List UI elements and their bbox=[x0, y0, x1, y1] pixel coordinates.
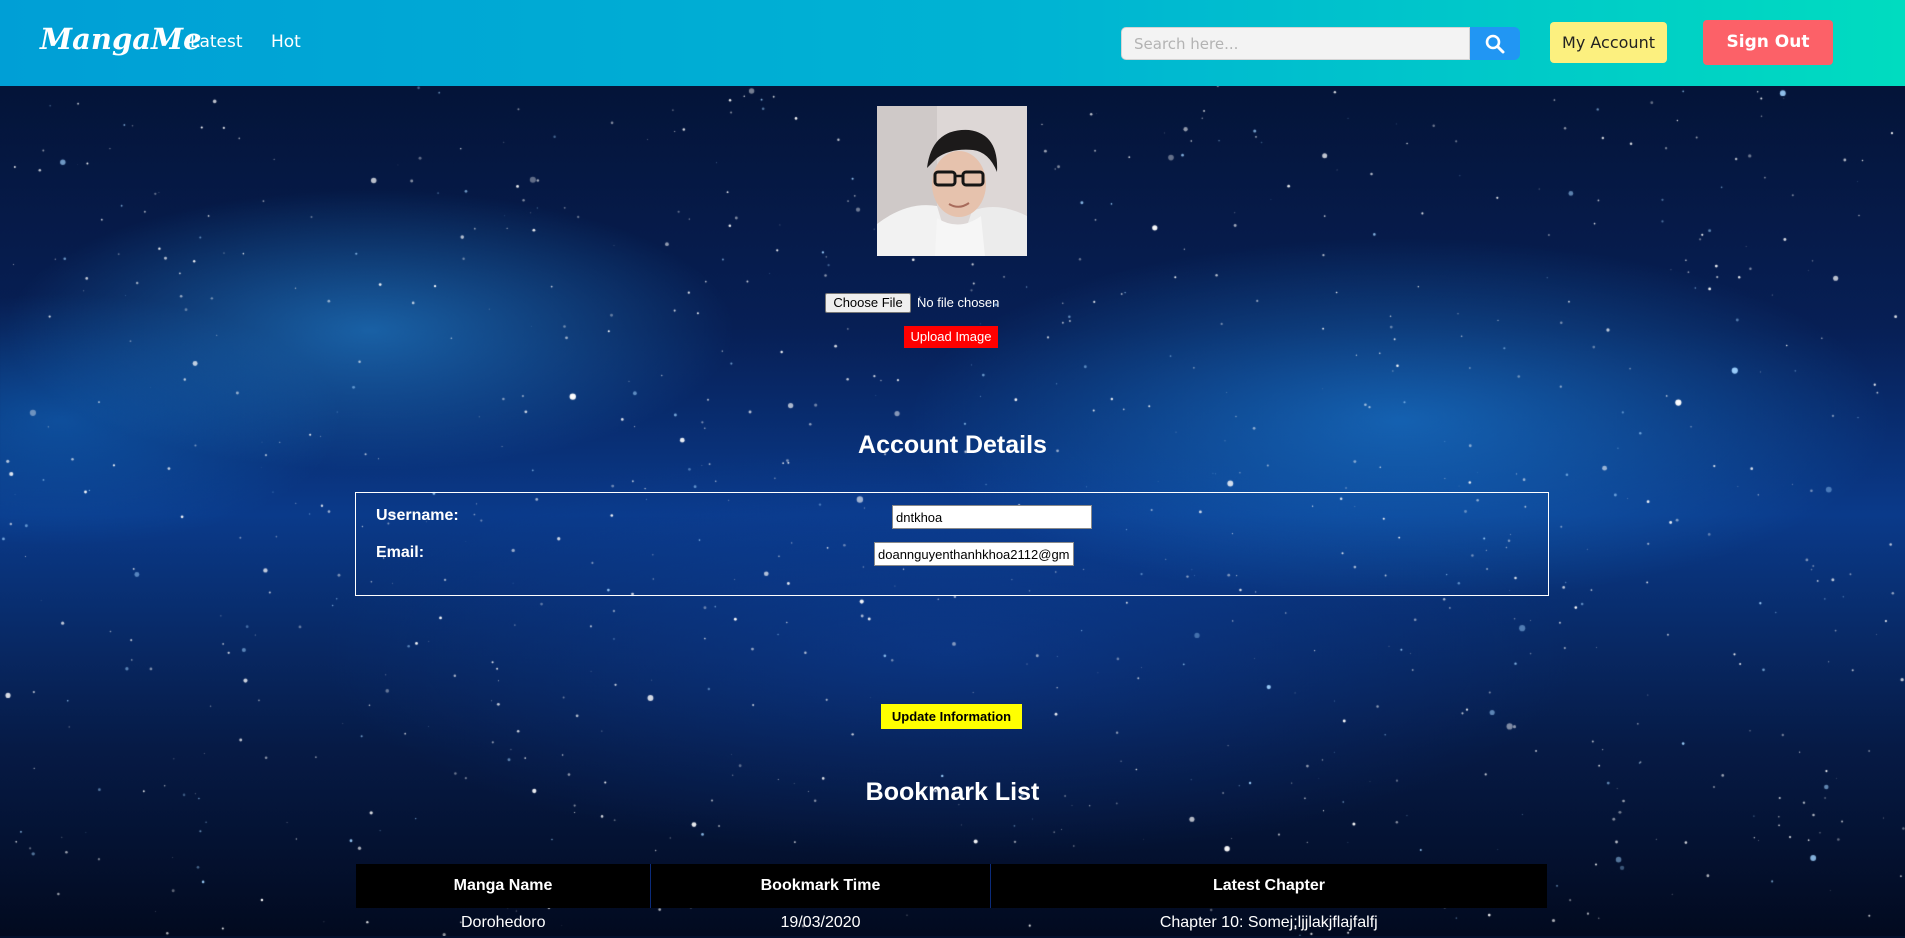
update-information-button[interactable]: Update Information bbox=[881, 704, 1022, 729]
file-status-text: No file chosen bbox=[917, 295, 1000, 310]
email-label: Email: bbox=[376, 544, 425, 561]
column-header-manga-name: Manga Name bbox=[356, 864, 651, 908]
column-header-bookmark-time: Bookmark Time bbox=[650, 864, 991, 908]
site-logo[interactable]: MangaMe bbox=[40, 22, 202, 56]
bookmark-header-row: Manga Name Bookmark Time Latest Chapter bbox=[356, 864, 1547, 908]
account-details-box: Username: Email: bbox=[355, 492, 1549, 596]
table-row[interactable]: Dorohedoro 19/03/2020 Chapter 10: Somej;… bbox=[356, 908, 1547, 938]
bookmark-table: Manga Name Bookmark Time Latest Chapter … bbox=[356, 864, 1547, 938]
column-header-latest-chapter: Latest Chapter bbox=[990, 864, 1547, 908]
choose-file-button[interactable]: Choose File bbox=[825, 293, 911, 313]
upload-image-button[interactable]: Upload Image bbox=[904, 326, 998, 348]
manga-name-cell[interactable]: Dorohedoro bbox=[356, 908, 651, 938]
username-field[interactable] bbox=[892, 505, 1092, 529]
my-account-button[interactable]: My Account bbox=[1550, 22, 1667, 63]
username-label: Username: bbox=[376, 507, 459, 524]
nav-link-latest[interactable]: Latest bbox=[190, 32, 243, 52]
navbar: MangaMe Latest Hot My Account Sign Out bbox=[0, 0, 1905, 86]
profile-avatar bbox=[877, 106, 1027, 256]
search-button[interactable] bbox=[1470, 27, 1520, 60]
search-input[interactable] bbox=[1121, 27, 1470, 60]
bookmark-time-cell: 19/03/2020 bbox=[780, 914, 861, 931]
sign-out-button[interactable]: Sign Out bbox=[1703, 20, 1833, 65]
email-field[interactable] bbox=[874, 542, 1074, 566]
nav-link-hot[interactable]: Hot bbox=[271, 32, 301, 52]
account-details-title: Account Details bbox=[858, 431, 1047, 459]
bookmark-list-title: Bookmark List bbox=[865, 778, 1040, 806]
search-icon bbox=[1485, 34, 1505, 54]
search-bar bbox=[1121, 27, 1520, 60]
latest-chapter-cell[interactable]: Chapter 10: Somej;ljjlakjflajfalfj bbox=[991, 908, 1548, 938]
account-page: Choose File No file chosen Upload Image … bbox=[0, 86, 1905, 936]
